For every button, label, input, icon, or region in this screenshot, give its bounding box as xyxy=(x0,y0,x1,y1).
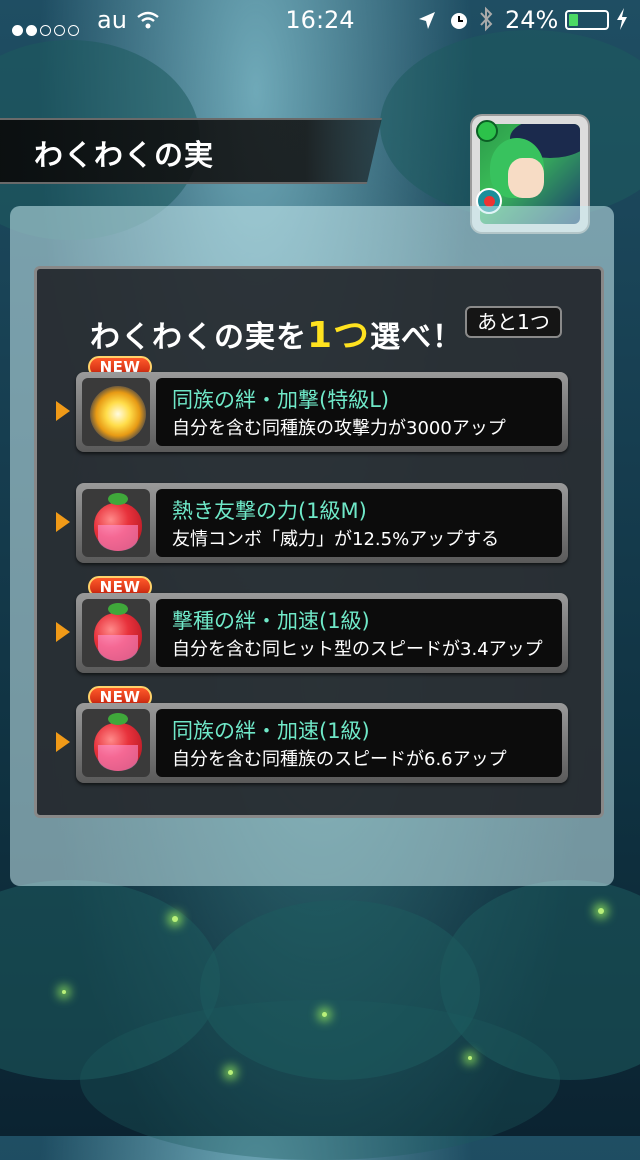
option-name: 同族の絆・加撃(特級L) xyxy=(172,388,390,412)
select-arrow-icon xyxy=(56,732,70,752)
fruit-option-2[interactable]: 熱き友撃の力(1級M) 友情コンボ「威力」が12.5%アップする xyxy=(76,483,568,563)
option-description: 自分を含む同ヒット型のスピードが3.4アップ xyxy=(172,639,543,660)
selection-prompt: わくわくの実を1つ選べ！ xyxy=(90,306,463,358)
page-title: わくわくの実 xyxy=(34,138,215,172)
battery-icon xyxy=(565,10,609,30)
charging-icon xyxy=(616,8,628,36)
prompt-count: 1つ xyxy=(307,315,371,356)
battery-percent: 24% xyxy=(505,6,559,34)
option-name: 撃種の絆・加速(1級) xyxy=(172,609,370,633)
prompt-text-after: 選べ！ xyxy=(370,320,464,355)
fruit-option-4[interactable]: 同族の絆・加速(1級) 自分を含む同種族のスピードが6.6アップ xyxy=(76,703,568,783)
golden-burst-icon xyxy=(90,386,146,442)
select-arrow-icon xyxy=(56,512,70,532)
red-fruit-icon xyxy=(94,713,142,771)
option-description: 友情コンボ「威力」が12.5%アップする xyxy=(172,529,500,550)
select-arrow-icon xyxy=(56,401,70,421)
alarm-icon xyxy=(448,9,470,37)
element-wood-icon xyxy=(476,120,498,142)
fruit-option-3[interactable]: 撃種の絆・加速(1級) 自分を含む同ヒット型のスピードが3.4アップ xyxy=(76,593,568,673)
option-description: 自分を含む同種族のスピードが6.6アップ xyxy=(172,749,507,770)
prompt-text-before: わくわくの実を xyxy=(90,320,307,355)
option-icon-frame xyxy=(82,378,150,446)
location-icon xyxy=(418,9,436,37)
option-name: 同族の絆・加速(1級) xyxy=(172,719,370,743)
red-fruit-icon xyxy=(94,493,142,551)
remaining-count-badge: あと1つ xyxy=(465,306,562,338)
status-bar: au 16:24 24% xyxy=(0,0,640,40)
option-description: 自分を含む同種族の攻撃力が3000アップ xyxy=(172,418,506,439)
red-fruit-icon xyxy=(94,603,142,661)
option-icon-frame xyxy=(82,709,150,777)
bluetooth-icon xyxy=(478,6,494,38)
option-name: 熱き友撃の力(1級M) xyxy=(172,499,367,523)
select-arrow-icon xyxy=(56,622,70,642)
option-icon-frame xyxy=(82,599,150,667)
fruit-option-1[interactable]: 同族の絆・加撃(特級L) 自分を含む同種族の攻撃力が3000アップ xyxy=(76,372,568,452)
option-icon-frame xyxy=(82,489,150,557)
